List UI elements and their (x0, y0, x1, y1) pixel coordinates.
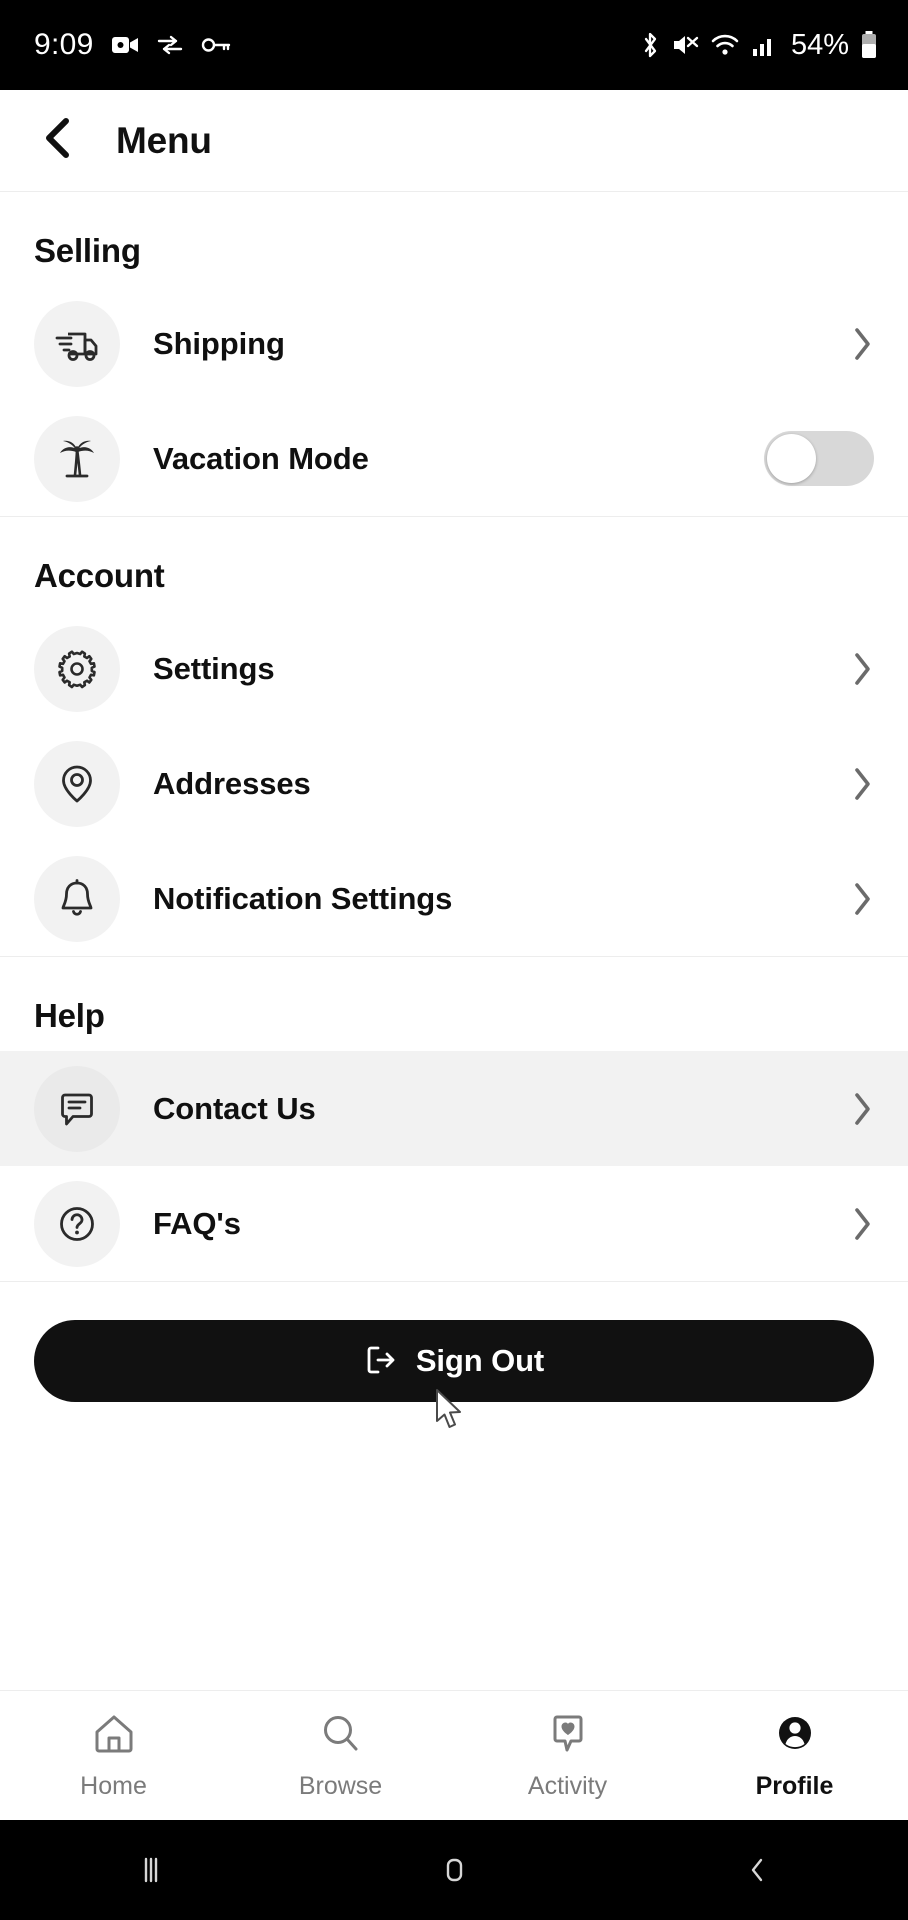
menu-row-settings[interactable]: Settings (0, 611, 908, 726)
delivery-truck-icon (34, 300, 120, 387)
chevron-right-icon (852, 651, 874, 687)
status-bar-left: 9:09 (34, 28, 231, 62)
status-bar: 9:09 54% (0, 0, 908, 90)
chevron-left-icon (40, 116, 74, 165)
sign-out-button[interactable]: Sign Out (34, 1320, 874, 1402)
nav-item-home[interactable]: Home (0, 1711, 227, 1801)
toggle-knob (767, 434, 816, 483)
volume-muted-icon (671, 32, 699, 58)
back-chevron-icon[interactable] (697, 1853, 817, 1887)
menu-content: Selling Shipping Vacation Mode Account S… (0, 192, 908, 1690)
battery-percent-label: 54% (790, 28, 849, 61)
key-icon (201, 36, 231, 54)
nav-item-browse[interactable]: Browse (227, 1711, 454, 1801)
chevron-right-icon (852, 1206, 874, 1242)
chat-bubble-icon (34, 1065, 120, 1152)
menu-row-label: Contact Us (153, 1090, 316, 1126)
app-header: Menu (0, 90, 908, 192)
sign-out-label: Sign Out (415, 1343, 545, 1378)
question-circle-icon (34, 1180, 120, 1267)
menu-row-addresses[interactable]: Addresses (0, 726, 908, 841)
battery-icon (860, 30, 878, 60)
map-pin-icon (34, 740, 120, 827)
vacation-mode-toggle[interactable] (764, 431, 874, 486)
nav-label: Activity (527, 1771, 608, 1800)
chevron-right-icon (852, 326, 874, 362)
chevron-right-icon (852, 881, 874, 917)
status-time: 9:09 (34, 28, 94, 61)
person-icon (771, 1711, 819, 1762)
home-icon (90, 1711, 138, 1762)
heart-bubble-icon (544, 1711, 592, 1762)
android-system-nav (0, 1820, 908, 1920)
app-screen: 9:09 54% Menu Selling Shipping Vacation … (0, 0, 908, 1920)
section-account: Account Settings Addresses Notification … (0, 517, 908, 957)
section-title-help: Help (34, 997, 105, 1034)
menu-row-label: FAQ's (153, 1205, 241, 1241)
bottom-navigation: Home Browse Activity Profile (0, 1690, 908, 1820)
wifi-icon (710, 32, 740, 58)
menu-row-vacation-mode[interactable]: Vacation Mode (0, 401, 908, 516)
nav-label: Home (80, 1771, 147, 1800)
menu-row-notification-settings[interactable]: Notification Settings (0, 841, 908, 956)
cellular-signal-icon (751, 32, 777, 58)
menu-row-label: Notification Settings (153, 880, 453, 916)
menu-row-faqs[interactable]: FAQ's (0, 1166, 908, 1281)
recents-icon[interactable] (91, 1853, 211, 1887)
nav-label: Browse (298, 1771, 383, 1800)
logout-icon (364, 1344, 398, 1379)
gear-icon (34, 625, 120, 712)
nav-item-profile[interactable]: Profile (681, 1711, 908, 1801)
data-transfer-icon (156, 34, 184, 56)
section-selling: Selling Shipping Vacation Mode (0, 192, 908, 517)
back-button[interactable] (34, 118, 80, 164)
menu-row-label: Shipping (153, 325, 285, 361)
search-icon (317, 1711, 365, 1762)
home-square-icon[interactable] (394, 1853, 514, 1887)
section-help: Help Contact Us FAQ's (0, 957, 908, 1282)
video-camera-icon (111, 34, 139, 56)
palm-tree-icon (34, 415, 120, 502)
menu-row-label: Vacation Mode (153, 440, 369, 476)
status-bar-right: 54% (640, 29, 878, 62)
sign-out-container: Sign Out (0, 1282, 908, 1432)
menu-row-label: Addresses (153, 765, 311, 801)
nav-item-activity[interactable]: Activity (454, 1711, 681, 1801)
bluetooth-icon (640, 31, 660, 59)
menu-row-shipping[interactable]: Shipping (0, 286, 908, 401)
chevron-right-icon (852, 766, 874, 802)
bell-icon (34, 855, 120, 942)
page-title: Menu (116, 119, 212, 161)
section-title-selling: Selling (34, 232, 141, 269)
menu-row-label: Settings (153, 650, 275, 686)
menu-row-contact-us[interactable]: Contact Us (0, 1051, 908, 1166)
chevron-right-icon (852, 1091, 874, 1127)
nav-label: Profile (755, 1771, 834, 1800)
section-title-account: Account (34, 557, 165, 594)
